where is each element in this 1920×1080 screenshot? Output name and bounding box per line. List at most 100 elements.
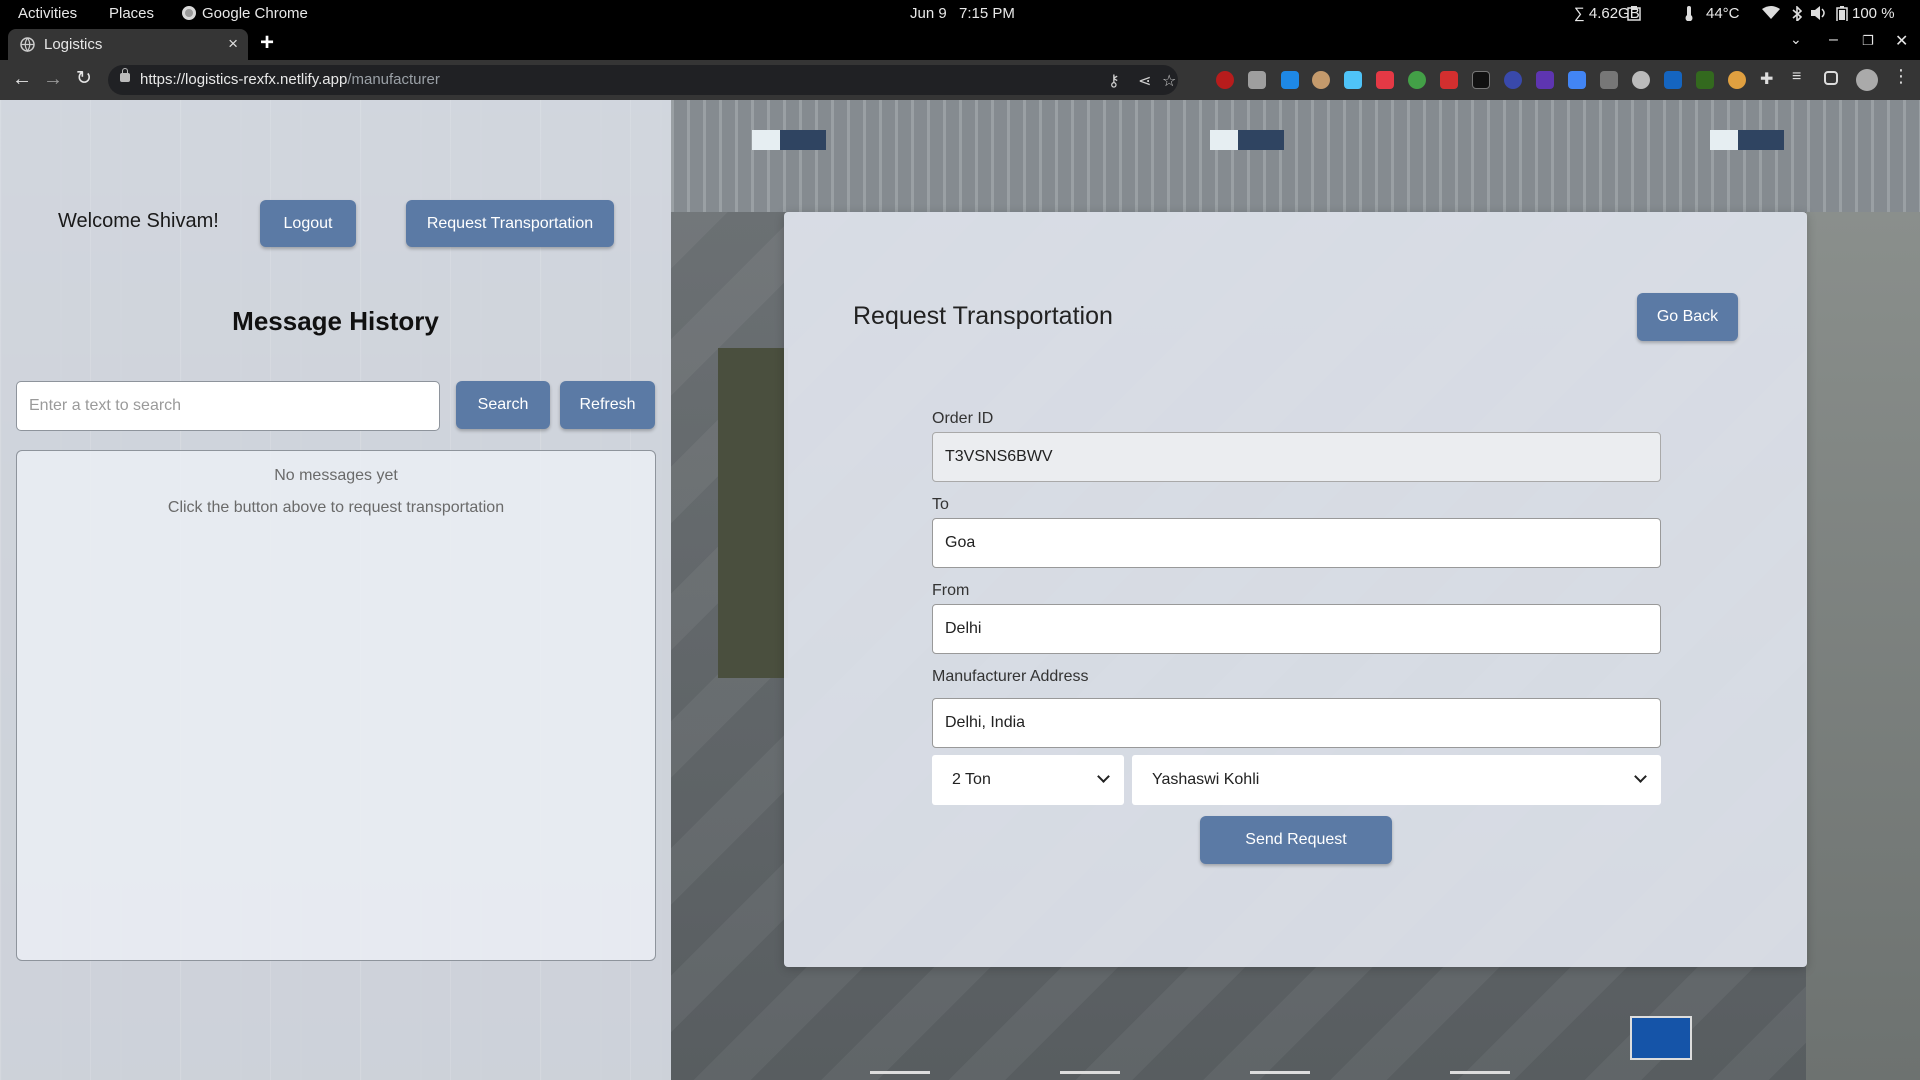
share-icon[interactable]: ⋖ [1138,71,1151,91]
order-id-field: T3VSNS6BWV [932,432,1661,482]
temperature-indicator: 44°C [1706,5,1740,22]
message-history-title: Message History [232,306,439,336]
request-transportation-button[interactable]: Request Transportation [406,200,614,247]
wifi-icon[interactable] [1762,6,1780,21]
extension-icon[interactable] [1281,71,1299,89]
restore-icon[interactable]: ❐ [1862,33,1874,49]
minimize-icon[interactable]: – [1829,31,1838,49]
quantity-value: 2 Ton [952,771,991,788]
tab-logistics[interactable]: Logistics × [8,29,248,60]
clock-date[interactable]: Jun 9 [910,0,947,27]
refresh-label: Refresh [579,396,636,413]
volume-icon[interactable] [1811,6,1827,21]
message-list: No messages yet Click the button above t… [16,450,656,961]
chrome-menu-icon[interactable]: ⋮ [1892,66,1910,86]
address-field[interactable]: Delhi, India [932,698,1661,748]
chrome-icon [182,6,196,20]
tab-search-icon[interactable]: ⌄ [1790,31,1802,48]
search-input[interactable] [16,381,440,431]
browser-tabstrip: Logistics × [0,27,1920,60]
go-back-button[interactable]: Go Back [1637,293,1738,341]
request-transportation-label: Request Transportation [426,215,594,232]
welcome-text: Welcome Shivam! [58,210,219,232]
system-top-bar: Activities Places Google Chrome Jun 9 7:… [0,0,1920,27]
pocket-icon[interactable] [1376,71,1394,89]
extension-icon[interactable] [1248,71,1266,89]
puzzle-extensions-icon[interactable]: ✚ [1760,69,1778,88]
address-url: https://logistics-rexfx.netlify.app/manu… [140,71,440,88]
to-field[interactable]: Goa [932,518,1661,568]
extension-icon[interactable] [1504,71,1522,89]
extension-icon[interactable] [1728,71,1746,89]
refresh-button[interactable]: Refresh [560,381,655,429]
extension-icon[interactable] [1696,71,1714,89]
search-label: Search [477,396,529,413]
background-field [1806,212,1920,1080]
transporter-select[interactable]: Yashaswi Kohli [1132,755,1661,805]
ublock-extension-icon[interactable] [1216,71,1234,89]
background-skylight [1710,130,1784,150]
translate-icon[interactable] [1568,71,1586,89]
order-id-label: Order ID [932,410,994,427]
tab-close-icon[interactable]: × [228,34,238,54]
extension-icon[interactable] [1312,71,1330,89]
address-label: Manufacturer Address [932,668,1089,685]
clipboard-icon[interactable] [1627,6,1641,21]
background-skylight [1210,130,1284,150]
side-panel-icon[interactable] [1824,71,1838,85]
logout-label: Logout [283,215,333,232]
form-title: Request Transportation [853,302,1113,330]
background-road-marking [1250,1062,1310,1074]
background-road-marking [1450,1062,1510,1074]
bookmark-star-icon[interactable]: ☆ [1162,71,1176,91]
quantity-select[interactable]: 2 Ton [932,755,1124,805]
extension-icon[interactable] [1408,71,1426,89]
from-field[interactable]: Delhi [932,604,1661,654]
chevron-down-icon [1097,770,1110,783]
extension-icon[interactable] [1664,71,1682,89]
activities-button[interactable]: Activities [18,0,77,27]
background-lawn [718,348,788,678]
background-skylight [752,130,826,150]
extension-icon[interactable] [1344,71,1362,89]
dashboard-panel: Welcome Shivam! Logout Request Transport… [0,100,671,1080]
window-close-icon[interactable]: ✕ [1895,31,1908,51]
browser-toolbar: ← → ↻ https://logistics-rexfx.netlify.ap… [0,60,1920,100]
background-roof [671,100,1920,212]
profile-avatar[interactable] [1856,69,1878,91]
page-viewport: Welcome Shivam! Logout Request Transport… [0,100,1920,1080]
extension-icon[interactable] [1440,71,1458,89]
send-request-button[interactable]: Send Request [1200,816,1392,864]
background-road-marking [1060,1062,1120,1074]
password-key-icon[interactable]: ⚷ [1108,71,1120,91]
extension-icon[interactable] [1600,71,1618,89]
forward-icon[interactable]: → [43,68,63,90]
play-extension-icon[interactable] [1472,71,1490,89]
send-request-label: Send Request [1245,831,1347,848]
globe-icon [20,37,35,52]
battery-indicator[interactable]: 100 % [1852,0,1895,27]
empty-state-hint: Click the button above to request transp… [167,499,505,516]
address-bar[interactable]: https://logistics-rexfx.netlify.app/manu… [108,65,1178,95]
tab-title: Logistics [44,36,103,53]
back-icon[interactable]: ← [12,68,32,90]
extension-icon[interactable] [1632,71,1650,89]
reload-icon[interactable]: ↻ [76,68,92,90]
new-tab-icon[interactable]: + [260,29,274,57]
bluetooth-icon[interactable] [1792,6,1802,21]
app-menu-label: Google Chrome [202,5,308,22]
lock-icon [120,68,130,82]
reading-list-icon[interactable]: ≡ [1792,68,1810,86]
extension-icon[interactable] [1536,71,1554,89]
battery-icon[interactable] [1836,6,1848,21]
background-road-marking [870,1062,930,1074]
clock-time[interactable]: 7:15 PM [959,0,1015,27]
from-label: From [932,582,970,599]
places-menu[interactable]: Places [109,0,154,27]
thermometer-icon [1685,6,1693,21]
to-label: To [932,496,949,513]
app-menu[interactable]: Google Chrome [182,0,308,27]
search-button[interactable]: Search [456,381,550,429]
logout-button[interactable]: Logout [260,200,356,247]
transporter-value: Yashaswi Kohli [1152,771,1260,788]
